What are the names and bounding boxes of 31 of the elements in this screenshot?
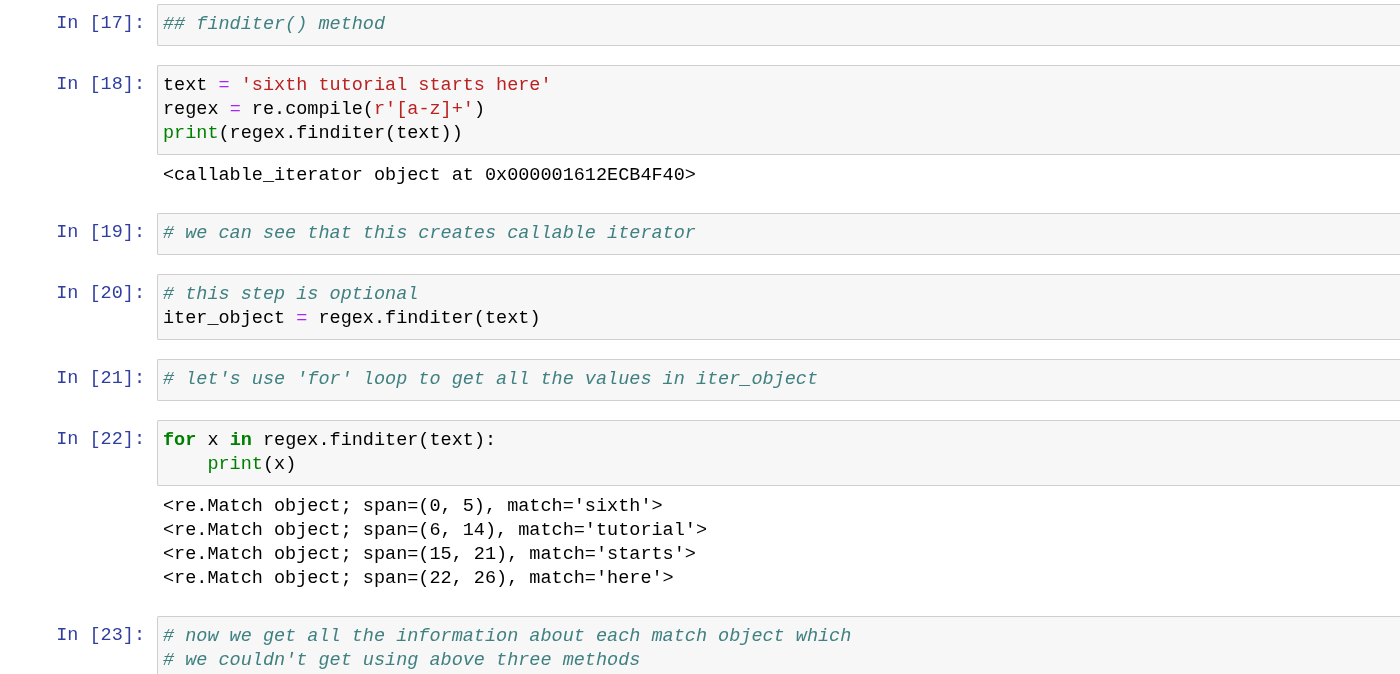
cell-prompt: In [17]: [55,12,146,36]
code-line: print(regex.finditer(text)) [163,122,463,146]
output-line: <re.Match object; span=(15, 21), match='starts'> [163,543,696,567]
code-line: # now we get all the information about each match object which [163,625,852,649]
cell-prompt: In [22]: [55,428,146,452]
code-line: # let's use 'for' loop to get all the values in iter_object [163,368,818,392]
code-line: # this step is optional [163,283,419,307]
cell-prompt: In [19]: [55,221,146,245]
code-cell-input[interactable]: for x in regex.finditer(text): print(x) [157,420,1400,486]
code-cell-input[interactable]: # now we get all the information about each match object which # we couldn't get using above three methods [157,616,1400,674]
cell-prompt: In [20]: [55,282,146,306]
code-line: for x in regex.finditer(text): [163,429,497,453]
code-cell-input[interactable]: text = 'sixth tutorial starts here' regex = re.compile(r'[a-z]+') print(regex.finditer(text)) [157,65,1400,155]
cell-prompt: In [18]: [55,73,146,97]
code-line: text = 'sixth tutorial starts here' [163,74,552,98]
code-line: ## finditer() method [163,13,386,37]
code-line: # we couldn't get using above three methods [163,649,641,673]
output-line: <callable_iterator object at 0x000001612ECB4F40> [163,164,696,188]
code-cell-input[interactable]: # this step is optional iter_object = regex.finditer(text) [157,274,1400,340]
output-line: <re.Match object; span=(0, 5), match='sixth'> [163,495,663,519]
code-cell-input[interactable]: # let's use 'for' loop to get all the values in iter_object [157,359,1400,401]
code-cell-input[interactable]: ## finditer() method [157,4,1400,46]
cell-prompt: In [21]: [55,367,146,391]
cell-prompt: In [23]: [55,624,146,648]
code-cell-input[interactable]: # we can see that this creates callable iterator [157,213,1400,255]
code-line: # we can see that this creates callable iterator [163,222,696,246]
code-line: iter_object = regex.finditer(text) [163,307,541,331]
code-line: regex = re.compile(r'[a-z]+') [163,98,485,122]
code-line: print(x) [206,453,297,477]
output-line: <re.Match object; span=(22, 26), match='here'> [163,567,674,591]
output-line: <re.Match object; span=(6, 14), match='tutorial'> [163,519,707,543]
